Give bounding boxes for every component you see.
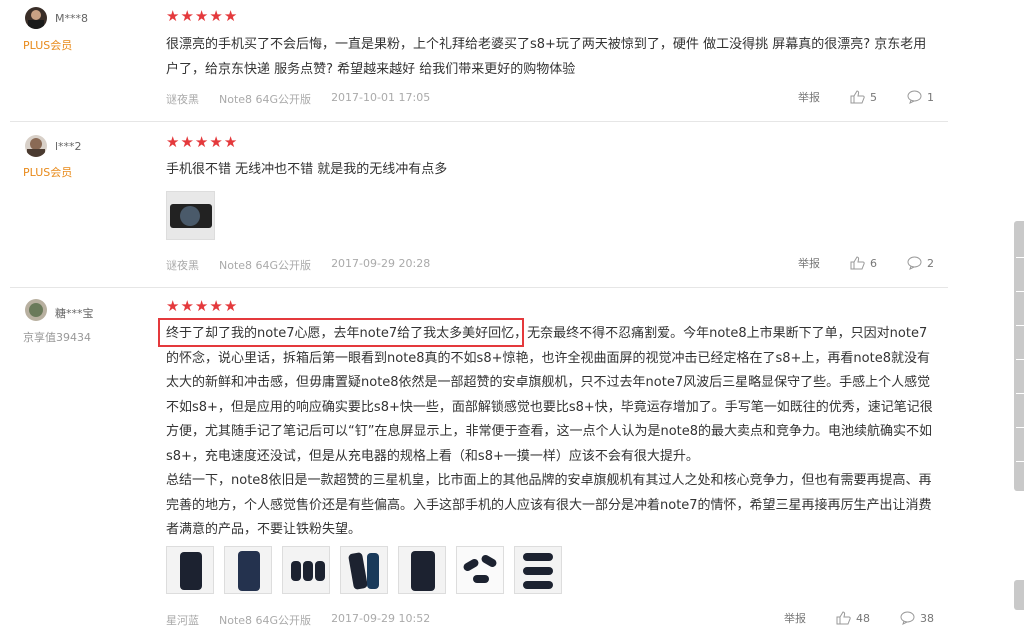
review-actions: 举报 48 38 bbox=[784, 610, 934, 626]
comment-button[interactable]: 38 bbox=[900, 611, 934, 625]
product-color: 谜夜黑 bbox=[166, 93, 199, 106]
product-spec: Note8 64G公开版 bbox=[219, 259, 312, 272]
product-spec: Note8 64G公开版 bbox=[219, 93, 312, 106]
report-link[interactable]: 举报 bbox=[798, 89, 820, 105]
review-image-thumbnail[interactable] bbox=[398, 546, 446, 594]
star-rating: ★ ★ ★ ★ ★ bbox=[166, 135, 237, 150]
like-button[interactable]: 5 bbox=[850, 90, 877, 104]
star-rating: ★ ★ ★ ★ ★ bbox=[166, 9, 237, 24]
review-item: l***2 PLUS会员 ★ ★ ★ ★ ★ 手机很不错 无线冲也不错 就是我的… bbox=[10, 121, 948, 288]
comment-icon bbox=[900, 611, 915, 625]
jd-value-badge[interactable]: 京享值39434 bbox=[23, 329, 91, 345]
comment-button[interactable]: 1 bbox=[907, 90, 934, 104]
star-icon: ★ bbox=[166, 297, 180, 315]
like-count: 6 bbox=[870, 256, 877, 270]
star-icon: ★ bbox=[194, 7, 209, 25]
review-paragraph: 总结一下，note8依旧是一款超赞的三星机皇，比市面上的其他品牌的安卓旗舰机有其… bbox=[166, 473, 932, 537]
review-image-thumbnail[interactable] bbox=[166, 191, 215, 240]
like-button[interactable]: 6 bbox=[850, 256, 877, 270]
like-count: 48 bbox=[856, 611, 870, 625]
comment-count: 38 bbox=[920, 611, 934, 625]
review-date: 2017-09-29 10:52 bbox=[331, 612, 431, 625]
review-image-thumbnail[interactable] bbox=[282, 546, 330, 594]
review-item: 糖***宝 京享值39434 ★ ★ ★ ★ ★ 终于了却了我的note7心愿，… bbox=[10, 287, 948, 637]
star-icon: ★ bbox=[209, 7, 223, 25]
star-icon: ★ bbox=[166, 133, 180, 151]
review-item: M***8 PLUS会员 ★ ★ ★ ★ ★ 很漂亮的手机买了不会后悔，一直是果… bbox=[10, 0, 948, 122]
floating-toolbar-edge[interactable] bbox=[1014, 221, 1024, 491]
review-date: 2017-09-29 20:28 bbox=[331, 257, 431, 270]
product-color: 谜夜黑 bbox=[166, 259, 199, 272]
review-images bbox=[166, 546, 562, 594]
star-icon: ★ bbox=[223, 133, 238, 151]
star-icon: ★ bbox=[209, 297, 223, 315]
product-spec: Note8 64G公开版 bbox=[219, 614, 312, 627]
username[interactable]: 糖***宝 bbox=[55, 305, 94, 321]
review-image-thumbnail[interactable] bbox=[224, 546, 272, 594]
star-icon: ★ bbox=[223, 7, 238, 25]
star-icon: ★ bbox=[223, 297, 238, 315]
review-text: 很漂亮的手机买了不会后悔，一直是果粉，上个礼拜给老婆买了s8+玩了两天被惊到了，… bbox=[166, 37, 927, 77]
comment-button[interactable]: 2 bbox=[907, 256, 934, 270]
star-icon: ★ bbox=[194, 133, 209, 151]
plus-member-badge[interactable]: PLUS会员 bbox=[23, 37, 72, 53]
comment-count: 2 bbox=[927, 256, 934, 270]
star-icon: ★ bbox=[180, 7, 194, 25]
report-link[interactable]: 举报 bbox=[798, 255, 820, 271]
like-button[interactable]: 48 bbox=[836, 611, 870, 625]
review-meta: 谜夜黑 Note8 64G公开版 2017-09-29 20:28 bbox=[166, 257, 430, 273]
comment-icon bbox=[907, 90, 922, 104]
review-image-thumbnail[interactable] bbox=[456, 546, 504, 594]
review-images bbox=[166, 191, 215, 240]
thumbs-up-icon bbox=[836, 611, 851, 625]
star-icon: ★ bbox=[166, 7, 180, 25]
star-icon: ★ bbox=[180, 133, 194, 151]
username[interactable]: l***2 bbox=[55, 140, 82, 153]
back-to-top-button-edge[interactable] bbox=[1014, 580, 1024, 610]
comment-icon bbox=[907, 256, 922, 270]
review-actions: 举报 6 2 bbox=[798, 255, 934, 271]
plus-member-badge[interactable]: PLUS会员 bbox=[23, 164, 72, 180]
star-rating: ★ ★ ★ ★ ★ bbox=[166, 299, 237, 314]
report-link[interactable]: 举报 bbox=[784, 610, 806, 626]
review-meta: 谜夜黑 Note8 64G公开版 2017-10-01 17:05 bbox=[166, 91, 430, 107]
review-actions: 举报 5 1 bbox=[798, 89, 934, 105]
review-text: 手机很不错 无线冲也不错 就是我的无线冲有点多 bbox=[166, 162, 448, 177]
star-icon: ★ bbox=[194, 297, 209, 315]
username[interactable]: M***8 bbox=[55, 12, 88, 25]
review-meta: 星河蓝 Note8 64G公开版 2017-09-29 10:52 bbox=[166, 612, 430, 628]
review-image-thumbnail[interactable] bbox=[340, 546, 388, 594]
star-icon: ★ bbox=[180, 297, 194, 315]
star-icon: ★ bbox=[209, 133, 223, 151]
review-image-thumbnail[interactable] bbox=[514, 546, 562, 594]
like-count: 5 bbox=[870, 90, 877, 104]
avatar[interactable] bbox=[25, 299, 47, 321]
product-color: 星河蓝 bbox=[166, 614, 199, 627]
thumbs-up-icon bbox=[850, 90, 865, 104]
comment-count: 1 bbox=[927, 90, 934, 104]
avatar[interactable] bbox=[25, 135, 47, 157]
avatar[interactable] bbox=[25, 7, 47, 29]
review-date: 2017-10-01 17:05 bbox=[331, 91, 431, 104]
thumbs-up-icon bbox=[850, 256, 865, 270]
review-paragraph: 终于了却了我的note7心愿，去年note7给了我太多美好回忆，无奈最终不得不忍… bbox=[166, 326, 933, 464]
review-text: 终于了却了我的note7心愿，去年note7给了我太多美好回忆，无奈最终不得不忍… bbox=[166, 322, 936, 543]
review-image-thumbnail[interactable] bbox=[166, 546, 214, 594]
